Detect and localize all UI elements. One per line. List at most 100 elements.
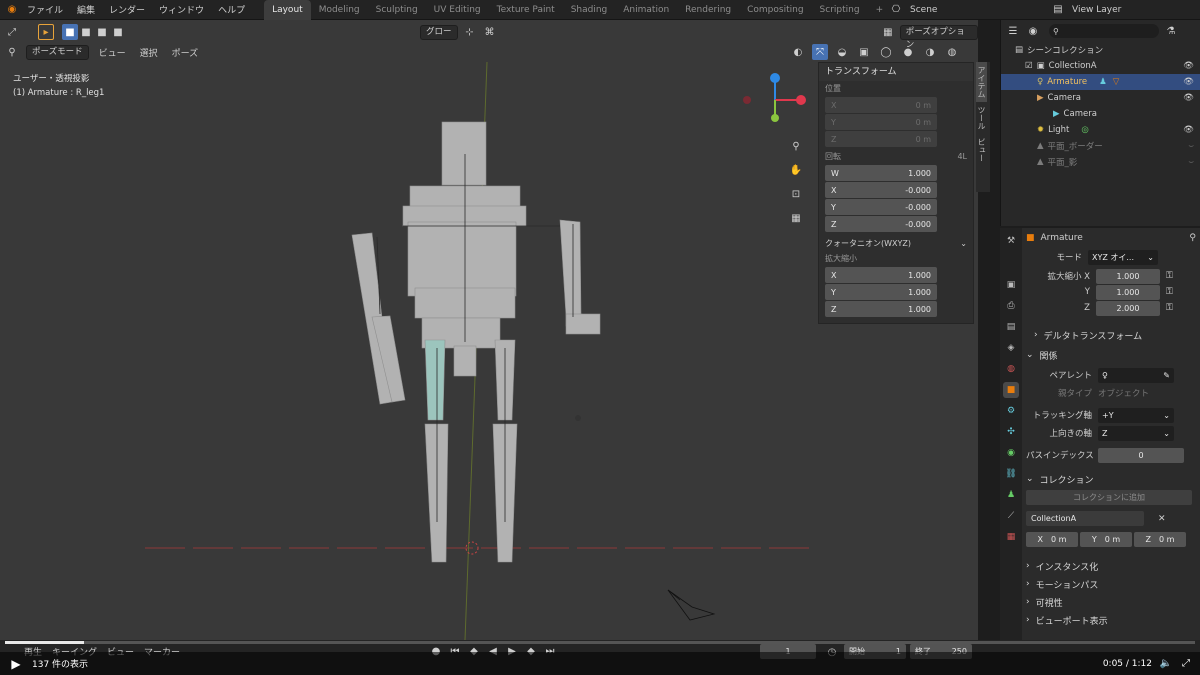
close-icon[interactable]: ✕ — [1158, 514, 1166, 524]
delta-transform-panel[interactable]: › デルタトランスフォーム — [1026, 326, 1196, 344]
rotation-w-field[interactable]: W 1.000 — [825, 165, 937, 181]
tool-tab-icon[interactable]: ⚒ — [1003, 233, 1019, 249]
rotation-y-field[interactable]: Y -0.000 — [825, 199, 937, 215]
tab-uv-editing[interactable]: UV Editing — [426, 0, 489, 20]
fullscreen-icon[interactable]: ⤢ — [1178, 656, 1194, 672]
select-extend-icon[interactable]: ■ — [78, 24, 94, 40]
eye-closed-icon[interactable]: ⌣ — [1188, 141, 1194, 151]
quaternion-mode-dropdown[interactable]: クォータニオン(WXYZ) ⌄ — [819, 236, 973, 251]
editor-type-icon[interactable]: ⤢ — [4, 24, 20, 40]
select-tool-icon[interactable]: ▸ — [38, 24, 54, 40]
tab-rendering[interactable]: Rendering — [677, 0, 739, 20]
data-tab-icon[interactable]: ♟ — [1003, 487, 1019, 503]
object-types-icon[interactable]: ▦ — [880, 24, 896, 40]
render-tab-icon[interactable]: ▣ — [1003, 277, 1019, 293]
eye-icon[interactable]: 👁 — [1183, 93, 1194, 103]
snap-icon[interactable]: ⌘ — [482, 24, 498, 40]
outliner-row-armature[interactable]: ♀ Armature ♟ ▽ 👁 — [1001, 74, 1200, 90]
shading-solid-icon[interactable]: ● — [900, 44, 916, 60]
instancing-panel[interactable]: › インスタンス化 — [1026, 557, 1196, 575]
overlay-icon[interactable]: ◒ — [834, 44, 850, 60]
outliner-row-light[interactable]: ✹ Light ◎ 👁 — [1001, 122, 1200, 138]
scale-y-field[interactable]: Y 1.000 — [825, 284, 937, 300]
xray-icon[interactable]: ▣ — [856, 44, 872, 60]
tab-layout[interactable]: Layout — [264, 0, 311, 20]
scene-collection-row[interactable]: ▤ シーンコレクション — [1001, 42, 1200, 58]
viewport-display-panel[interactable]: › ビューポート表示 — [1026, 611, 1196, 629]
location-z-field[interactable]: Z 0 m — [825, 131, 937, 147]
visibility-panel[interactable]: › 可視性 — [1026, 593, 1196, 611]
offset-y-field[interactable]: Y 0 m — [1080, 532, 1132, 547]
tab-view[interactable]: ビュー — [976, 134, 987, 166]
rotation-mode-short[interactable]: 4L — [957, 152, 967, 161]
lock-icon[interactable]: ⚿ — [1166, 271, 1173, 281]
video-progress-track[interactable] — [5, 641, 1195, 644]
tab-shading[interactable]: Shading — [563, 0, 616, 20]
constraint-icon[interactable]: ▽ — [1113, 77, 1120, 87]
tab-animation[interactable]: Animation — [615, 0, 677, 20]
select-invert-icon[interactable]: ■ — [110, 24, 126, 40]
collections-panel[interactable]: ⌄ コレクション — [1026, 470, 1196, 488]
visibility-icon[interactable]: ◐ — [790, 44, 806, 60]
modifier-tab-icon[interactable]: ⚙ — [1003, 403, 1019, 419]
motion-paths-panel[interactable]: › モーションパス — [1026, 575, 1196, 593]
pose-options-dropdown[interactable]: ポーズオプション — [899, 24, 978, 50]
scene-icon[interactable]: ⎔ — [888, 2, 904, 18]
outliner-row-plane-border[interactable]: ▲ 平面_ボーダー ⌣ — [1001, 138, 1200, 154]
pivot-icon[interactable]: ⊹ — [462, 24, 478, 40]
filter-icon[interactable]: ⚗ — [1163, 23, 1179, 39]
blender-logo-icon[interactable]: ◉ — [4, 2, 20, 18]
select-subtract-icon[interactable]: ■ — [94, 24, 110, 40]
outliner-editor-icon[interactable]: ☰ — [1005, 23, 1021, 39]
rotation-mode-dropdown[interactable]: XYZ オイ... ⌄ — [1088, 249, 1158, 265]
play-icon[interactable]: ▶ — [8, 656, 24, 672]
menu-view[interactable]: ビュー — [95, 46, 130, 59]
collection-name-field[interactable]: CollectionA — [1026, 511, 1144, 526]
scale-z-field[interactable]: 2.000 — [1096, 300, 1160, 316]
up-axis-dropdown[interactable]: Z ⌄ — [1098, 425, 1174, 441]
eyedropper-icon[interactable]: ✎ — [1163, 371, 1170, 380]
eye-icon[interactable]: 👁 — [1183, 125, 1194, 135]
menu-pose[interactable]: ポーズ — [168, 46, 203, 59]
mode-dropdown[interactable]: ポーズモード — [26, 44, 89, 60]
menu-help[interactable]: ヘルプ — [211, 3, 252, 16]
parent-field[interactable]: ♀ ✎ — [1098, 367, 1174, 383]
add-to-collection-button[interactable]: コレクションに追加 — [1026, 490, 1192, 505]
view-layer-name[interactable]: View Layer — [1072, 5, 1121, 15]
select-box-icon[interactable]: ■ — [62, 24, 78, 40]
tab-tool[interactable]: ツール — [976, 102, 987, 134]
outliner-row-collectiona[interactable]: ☑ ▣ CollectionA 👁 — [1001, 58, 1200, 74]
lock-icon[interactable]: ⚿ — [1166, 303, 1173, 313]
tab-item[interactable]: アイテム — [976, 62, 987, 102]
light-data-icon[interactable]: ◎ — [1081, 125, 1088, 135]
tracking-axis-dropdown[interactable]: +Y ⌄ — [1098, 407, 1174, 423]
outliner-row-plane-shadow[interactable]: ▲ 平面_影 ⌣ — [1001, 154, 1200, 170]
menu-file[interactable]: ファイル — [20, 3, 70, 16]
outliner-row-camera[interactable]: ▶ Camera 👁 — [1001, 90, 1200, 106]
parent-type-value[interactable]: オブジェクト — [1098, 387, 1149, 399]
tab-modeling[interactable]: Modeling — [311, 0, 368, 20]
menu-select[interactable]: 選択 — [136, 46, 162, 59]
zoom-icon[interactable]: ⚲ — [788, 138, 804, 154]
constraints-tab-icon[interactable]: ⛓ — [1003, 466, 1019, 482]
menu-window[interactable]: ウィンドウ — [152, 3, 211, 16]
scene-name[interactable]: Scene — [910, 5, 937, 15]
eye-icon[interactable]: 👁 — [1183, 77, 1194, 87]
physics-tab-icon[interactable]: ◉ — [1003, 445, 1019, 461]
scene-canvas[interactable] — [0, 62, 815, 640]
pan-hand-icon[interactable]: ✋ — [788, 162, 804, 178]
scale-x-field[interactable]: 1.000 — [1096, 268, 1160, 284]
outliner-search-input[interactable]: ⚲ — [1049, 24, 1159, 38]
filter-display-icon[interactable]: ◉ — [1025, 23, 1041, 39]
pass-index-field[interactable]: 0 — [1098, 447, 1184, 463]
object-tab-icon[interactable]: ■ — [1003, 382, 1019, 398]
eye-closed-icon[interactable]: ⌣ — [1188, 157, 1194, 167]
offset-x-field[interactable]: X 0 m — [1026, 532, 1078, 547]
gizmo-icon[interactable]: ⤧ — [812, 44, 828, 60]
location-y-field[interactable]: Y 0 m — [825, 114, 937, 130]
checkbox-icon[interactable]: ☑ — [1025, 61, 1033, 71]
tab-sculpting[interactable]: Sculpting — [368, 0, 426, 20]
scale-x-field[interactable]: X 1.000 — [825, 267, 937, 283]
rotation-x-field[interactable]: X -0.000 — [825, 182, 937, 198]
particles-tab-icon[interactable]: ✣ — [1003, 424, 1019, 440]
